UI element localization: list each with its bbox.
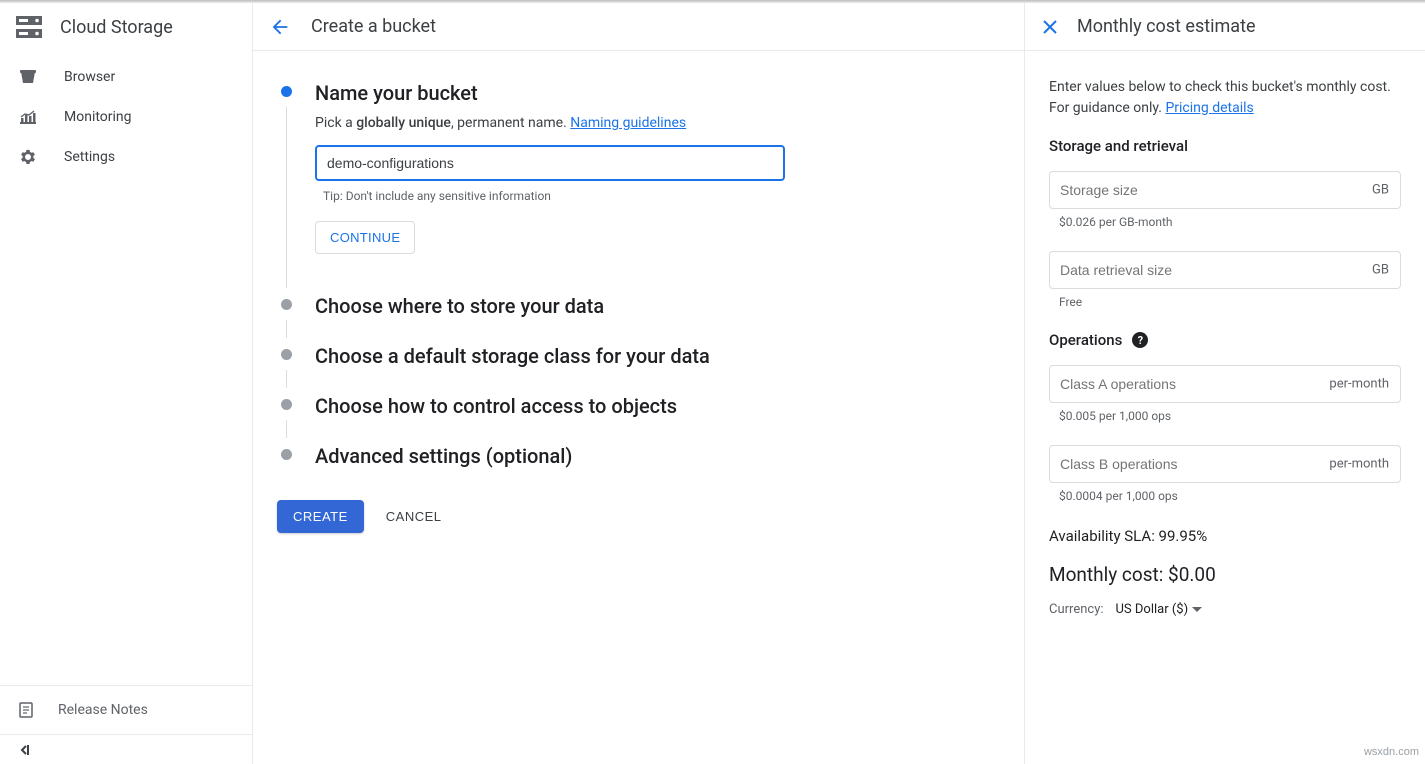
sidebar-item-release-notes[interactable]: Release Notes [0, 686, 252, 734]
retrieval-price-hint: Free [1059, 295, 1401, 309]
page-title: Create a bucket [311, 16, 436, 37]
step-subtext: Pick a globally unique, permanent name. … [315, 115, 1000, 131]
retrieval-size-field: GB [1049, 251, 1401, 289]
bucket-name-input[interactable] [315, 145, 785, 181]
step-advanced-settings[interactable]: Advanced settings (optional) [277, 442, 1000, 478]
sidebar-header: Cloud Storage [0, 3, 252, 51]
step-name-bucket: Name your bucket Pick a globally unique,… [277, 79, 1000, 278]
class-a-hint: $0.005 per 1,000 ops [1059, 409, 1401, 423]
step-storage-class[interactable]: Choose a default storage class for your … [277, 342, 1000, 378]
create-button[interactable]: CREATE [277, 500, 364, 533]
nav-label: Monitoring [64, 109, 132, 125]
sidebar-item-browser[interactable]: Browser [0, 57, 252, 97]
unit-label: per-month [1329, 457, 1389, 472]
currency-label: Currency: [1049, 602, 1104, 617]
retrieval-size-input[interactable] [1049, 251, 1401, 289]
panel-help-text: Enter values below to check this bucket'… [1049, 77, 1401, 119]
currency-select[interactable]: US Dollar ($) [1116, 602, 1203, 617]
section-storage-retrieval: Storage and retrieval [1049, 137, 1401, 155]
caret-down-icon [1192, 607, 1202, 612]
main-header: Create a bucket [253, 3, 1024, 51]
cloud-storage-icon [16, 16, 42, 38]
step-bullet-icon [281, 399, 292, 410]
pricing-details-link[interactable]: Pricing details [1165, 100, 1253, 116]
cost-estimate-panel: Monthly cost estimate Enter values below… [1025, 3, 1425, 764]
naming-guidelines-link[interactable]: Naming guidelines [570, 115, 686, 131]
unit-label: per-month [1329, 377, 1389, 392]
back-arrow-button[interactable] [269, 16, 291, 38]
storage-size-field: GB [1049, 171, 1401, 209]
panel-header: Monthly cost estimate [1025, 3, 1425, 51]
step-title: Choose how to control access to objects [315, 392, 1000, 428]
class-b-hint: $0.0004 per 1,000 ops [1059, 489, 1401, 503]
currency-row: Currency: US Dollar ($) [1049, 602, 1401, 617]
step-bullet-icon [281, 299, 292, 310]
monthly-cost: Monthly cost: $0.00 [1049, 563, 1401, 586]
step-bullet-icon [281, 449, 292, 460]
step-bullet-active-icon [281, 86, 292, 97]
step-title: Choose a default storage class for your … [315, 342, 1000, 378]
storage-price-hint: $0.026 per GB-month [1059, 215, 1401, 229]
step-title: Choose where to store your data [315, 292, 1000, 328]
tip-text: Tip: Don't include any sensitive informa… [323, 189, 1000, 203]
watermark: wsxdn.com [1364, 746, 1419, 758]
main-panel: Create a bucket Name your bucket Pick a … [253, 3, 1025, 764]
collapse-icon [18, 743, 32, 757]
unit-label: GB [1372, 183, 1389, 198]
close-panel-button[interactable] [1041, 18, 1059, 36]
step-choose-location[interactable]: Choose where to store your data [277, 292, 1000, 328]
step-title: Name your bucket [315, 79, 1000, 115]
gear-icon [18, 147, 38, 167]
release-notes-label: Release Notes [58, 702, 148, 718]
availability-sla: Availability SLA: 99.95% [1049, 527, 1401, 545]
help-icon[interactable]: ? [1132, 332, 1148, 348]
storage-size-input[interactable] [1049, 171, 1401, 209]
nav-label: Settings [64, 149, 115, 165]
sidebar-nav: Browser Monitoring Settings [0, 51, 252, 685]
collapse-sidebar-button[interactable] [0, 734, 252, 764]
step-access-control[interactable]: Choose how to control access to objects [277, 392, 1000, 428]
sidebar-item-settings[interactable]: Settings [0, 137, 252, 177]
panel-title: Monthly cost estimate [1077, 16, 1256, 37]
step-bullet-icon [281, 349, 292, 360]
class-b-field: per-month [1049, 445, 1401, 483]
sidebar-item-monitoring[interactable]: Monitoring [0, 97, 252, 137]
sidebar: Cloud Storage Browser Monitoring Setting… [0, 3, 253, 764]
monitoring-icon [18, 107, 38, 127]
section-operations: Operations ? [1049, 331, 1401, 349]
notes-icon [18, 702, 34, 718]
nav-label: Browser [64, 69, 115, 85]
cancel-button[interactable]: CANCEL [386, 509, 442, 524]
step-title: Advanced settings (optional) [315, 442, 1000, 478]
continue-button[interactable]: CONTINUE [315, 221, 415, 254]
product-title: Cloud Storage [60, 17, 173, 38]
bucket-icon [18, 67, 38, 87]
unit-label: GB [1372, 263, 1389, 278]
class-a-field: per-month [1049, 365, 1401, 403]
